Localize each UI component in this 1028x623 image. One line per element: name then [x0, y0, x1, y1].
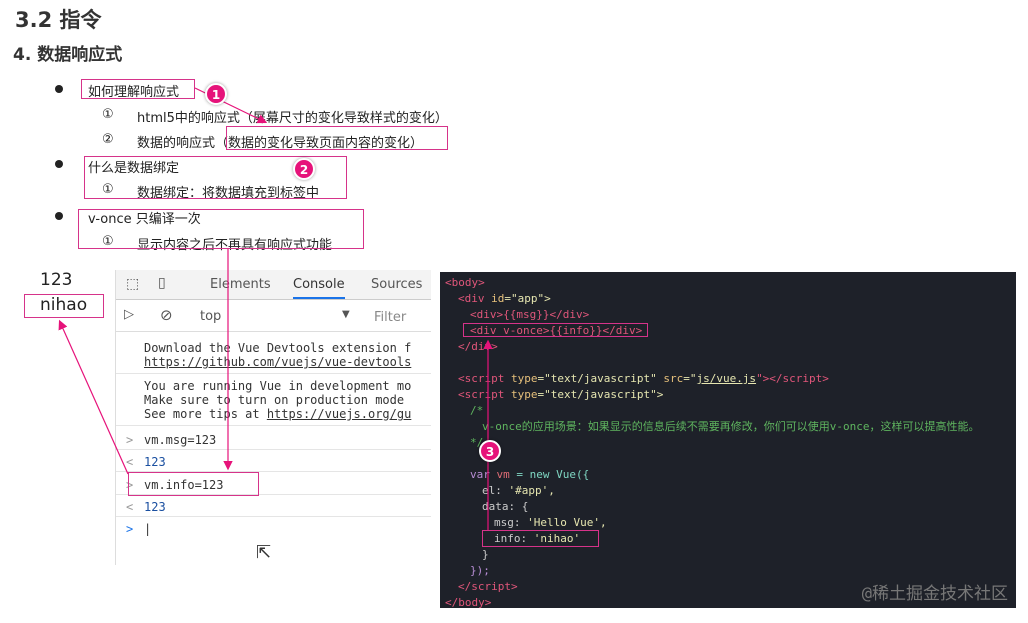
step-badge: 2 [293, 158, 315, 180]
step-badge: 1 [205, 83, 227, 105]
annotation-arrow [58, 319, 129, 475]
step-badge: 3 [479, 440, 501, 462]
annotation-arrows [58, 87, 493, 530]
